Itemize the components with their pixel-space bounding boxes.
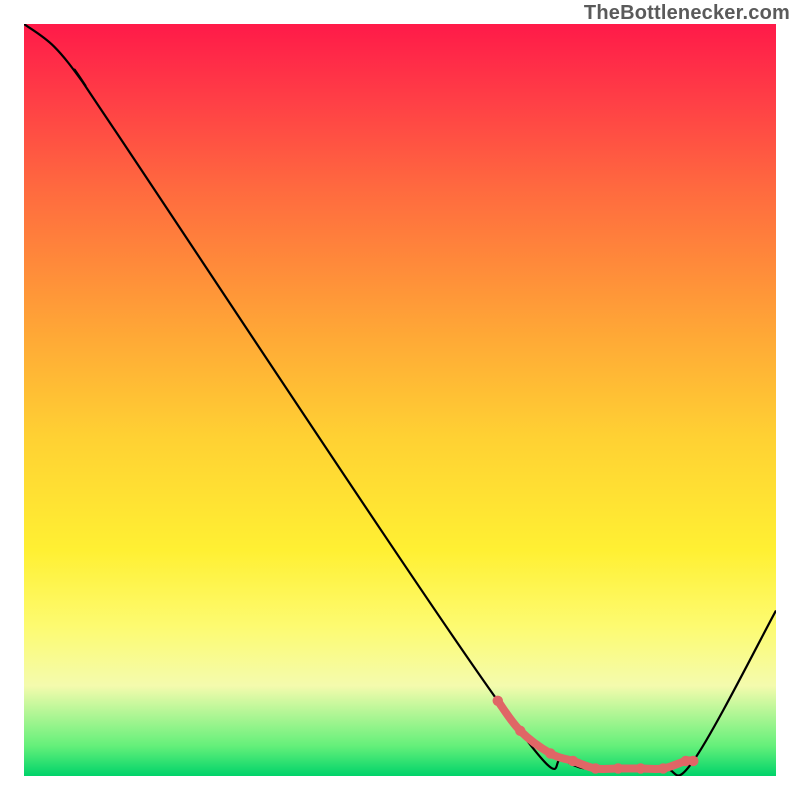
attribution-watermark: TheBottlenecker.com [584, 2, 790, 25]
gradient-plot-background [24, 24, 776, 776]
